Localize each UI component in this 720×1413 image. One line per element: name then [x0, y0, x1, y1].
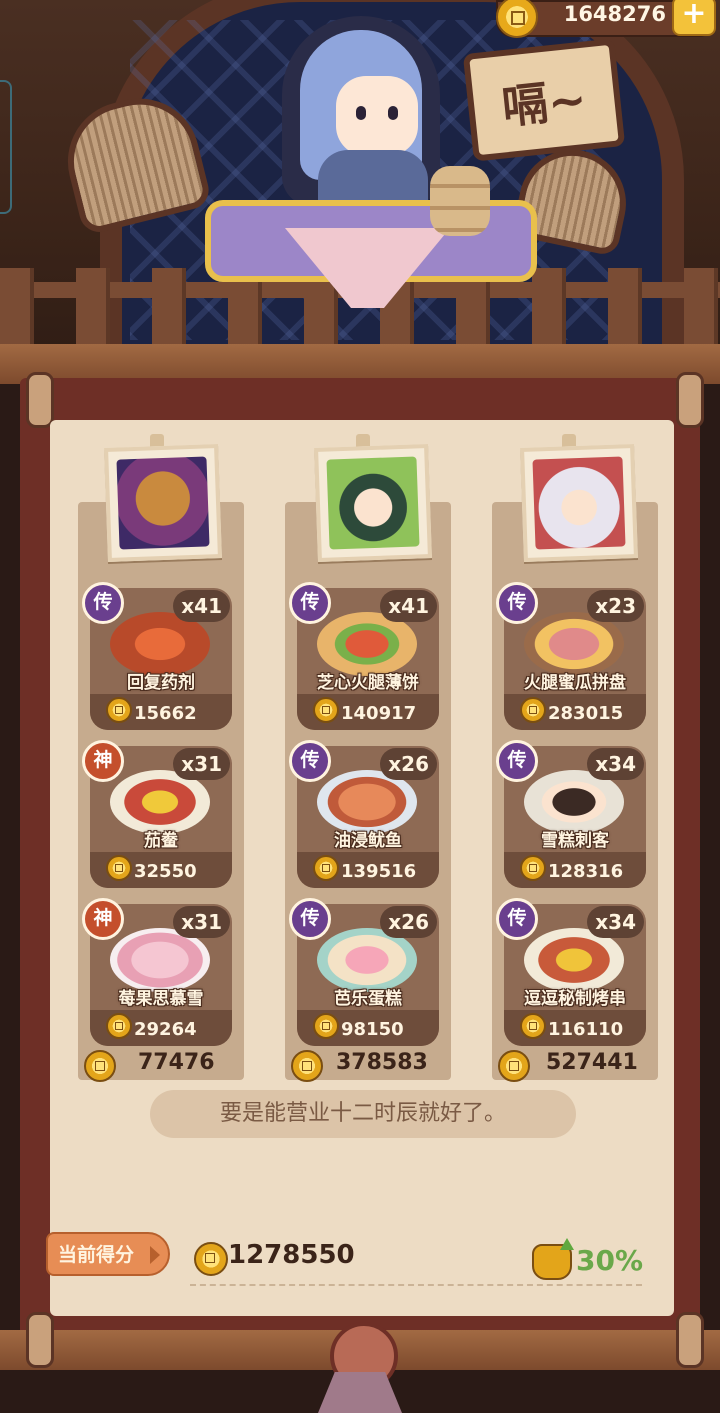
rod-cap-right — [676, 372, 704, 428]
shopkeeper-face — [336, 76, 418, 156]
coin-icon — [106, 697, 132, 723]
dish-name: 莓果思慕雪 — [118, 989, 204, 1009]
dish-count: x31 — [173, 906, 230, 938]
side-tab[interactable] — [0, 80, 12, 214]
coin-icon — [313, 697, 339, 723]
dish-count: x31 — [173, 748, 230, 780]
shopkeeper-eye — [388, 106, 398, 120]
dish-price: 139516 — [341, 861, 417, 882]
coin-icon — [291, 1050, 323, 1082]
dish-count: x34 — [587, 906, 644, 938]
current-score-value: 1278550 — [228, 1240, 355, 1270]
dish-price: 140917 — [341, 703, 417, 724]
dish-name: 逗逗秘制烤串 — [524, 989, 626, 1009]
rarity-badge: 传 — [289, 740, 331, 782]
coin-icon — [313, 855, 339, 881]
bonus-percent: 30% — [576, 1244, 644, 1277]
dish-name: 芝心火腿薄饼 — [317, 673, 419, 693]
coin-icon — [84, 1050, 116, 1082]
coin-icon — [520, 1013, 546, 1039]
dish-count: x23 — [587, 590, 644, 622]
divider — [190, 1284, 642, 1286]
coin-icon — [194, 1242, 228, 1276]
dish-card[interactable]: x23 传 火腿蜜瓜拼盘 283015 — [496, 582, 646, 730]
column-total: 378583 — [336, 1050, 428, 1075]
dish-price: 98150 — [341, 1019, 404, 1040]
dish-card[interactable]: x41 传 回复药剂 15662 — [82, 582, 232, 730]
dish-card[interactable]: x26 传 芭乐蛋糕 98150 — [289, 898, 439, 1046]
leaf-chef-avatar — [326, 456, 420, 550]
dish-count: x26 — [380, 906, 437, 938]
current-score-label: 当前得分 — [46, 1232, 170, 1276]
chef-portrait-leaf[interactable] — [314, 444, 432, 562]
dish-card[interactable]: x31 神 茄鲞 32550 — [82, 740, 232, 888]
coin-icon — [520, 855, 546, 881]
coin-icon — [106, 855, 132, 881]
up-arrow-icon — [560, 1238, 574, 1250]
rarity-badge: 传 — [289, 582, 331, 624]
dish-name: 茄鲞 — [144, 831, 178, 851]
dish-name: 芭乐蛋糕 — [334, 989, 402, 1009]
dish-name: 雪糕刺客 — [541, 831, 609, 851]
coin-icon — [106, 1013, 132, 1039]
chef-quote: 要是能营业十二时辰就好了。 — [150, 1090, 576, 1138]
coin-icon — [520, 697, 546, 723]
arrow-right-icon — [150, 1246, 160, 1264]
dish-price: 32550 — [134, 861, 197, 882]
shop-scene: 嗝~ — [0, 0, 720, 380]
rarity-badge: 神 — [82, 898, 124, 940]
rarity-badge: 传 — [82, 582, 124, 624]
rod-cap-left — [26, 372, 54, 428]
rod-cap-right — [676, 1312, 704, 1368]
rarity-badge: 传 — [496, 740, 538, 782]
steamer-stack — [430, 166, 490, 236]
chef-portrait-fox[interactable] — [520, 444, 638, 562]
dish-price: 15662 — [134, 703, 197, 724]
dish-card[interactable]: x34 传 逗逗秘制烤串 116110 — [496, 898, 646, 1046]
rod-cap-left — [26, 1312, 54, 1368]
rarity-badge: 传 — [496, 582, 538, 624]
dish-count: x34 — [587, 748, 644, 780]
dish-card[interactable]: x26 传 油浸鱿鱼 139516 — [289, 740, 439, 888]
dish-price: 128316 — [548, 861, 624, 882]
bear-chef-avatar — [116, 456, 210, 550]
dish-count: x41 — [173, 590, 230, 622]
dish-card[interactable]: x31 神 莓果思慕雪 29264 — [82, 898, 232, 1046]
dish-card[interactable]: x34 传 雪糕刺客 128316 — [496, 740, 646, 888]
coin-icon — [498, 1050, 530, 1082]
coin-icon — [313, 1013, 339, 1039]
fox-chef-avatar — [532, 456, 626, 550]
coin-balance: 1648276 — [563, 2, 666, 26]
dish-price: 116110 — [548, 1019, 624, 1040]
rarity-badge: 传 — [289, 898, 331, 940]
dish-name: 回复药剂 — [127, 673, 195, 693]
dish-card[interactable]: x41 传 芝心火腿薄饼 140917 — [289, 582, 439, 730]
add-coins-button[interactable]: + — [672, 0, 716, 36]
dish-name: 火腿蜜瓜拼盘 — [524, 673, 626, 693]
column-total: 527441 — [546, 1050, 638, 1075]
dish-count: x41 — [380, 590, 437, 622]
rarity-badge: 神 — [82, 740, 124, 782]
rarity-badge: 传 — [496, 898, 538, 940]
speech-sign: 嗝~ — [462, 38, 626, 162]
dish-price: 283015 — [548, 703, 624, 724]
chef-portrait-bear[interactable] — [104, 444, 222, 562]
dish-price: 29264 — [134, 1019, 197, 1040]
dish-name: 油浸鱿鱼 — [334, 831, 402, 851]
dish-count: x26 — [380, 748, 437, 780]
score-label-text: 当前得分 — [58, 1244, 135, 1266]
speech-text: 嗝~ — [499, 71, 590, 135]
column-total: 77476 — [138, 1050, 215, 1075]
shopkeeper-eye — [356, 106, 366, 120]
